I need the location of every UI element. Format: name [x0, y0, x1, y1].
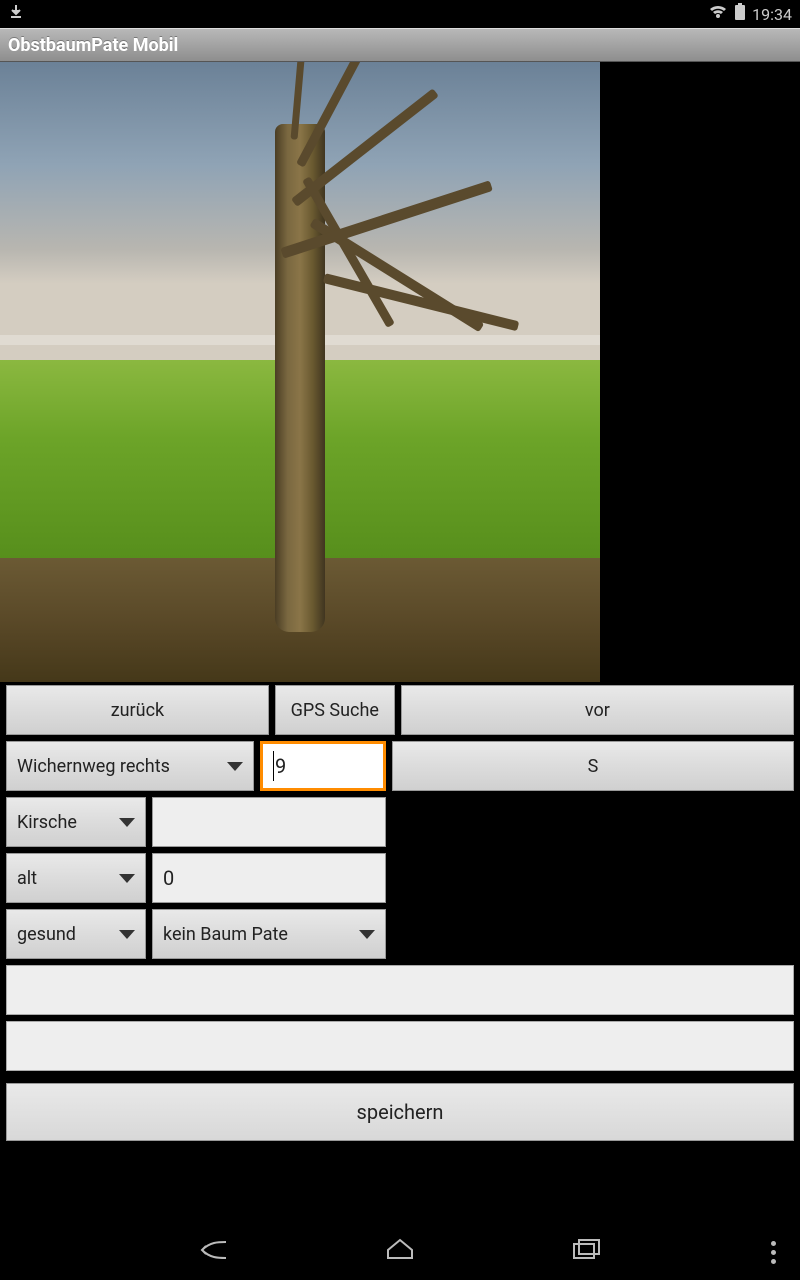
- street-select-label: Wichernweg rechts: [17, 756, 170, 777]
- fruit-extra-input[interactable]: [152, 797, 386, 847]
- chevron-down-icon: [119, 874, 135, 883]
- pate-select-label: kein Baum Pate: [163, 924, 288, 945]
- health-select-label: gesund: [17, 924, 76, 945]
- s-button[interactable]: S: [392, 741, 794, 791]
- status-bar: 19:34: [0, 0, 800, 28]
- tree-number-input[interactable]: 9: [260, 741, 386, 791]
- fruit-select[interactable]: Kirsche: [6, 797, 146, 847]
- chevron-down-icon: [227, 762, 243, 771]
- app-title: ObstbaumPate Mobil: [8, 35, 178, 56]
- nav-recent-icon[interactable]: [568, 1236, 604, 1268]
- battery-icon: [734, 3, 746, 25]
- gps-search-button[interactable]: GPS Suche: [275, 685, 395, 735]
- download-icon: [8, 4, 24, 24]
- nav-back-icon[interactable]: [196, 1236, 232, 1268]
- note-input-1[interactable]: [6, 965, 794, 1015]
- title-bar: ObstbaumPate Mobil: [0, 28, 800, 62]
- status-time: 19:34: [752, 5, 792, 24]
- chevron-down-icon: [119, 930, 135, 939]
- nav-home-icon[interactable]: [382, 1236, 418, 1268]
- wifi-icon: [708, 4, 728, 24]
- back-button[interactable]: zurück: [6, 685, 269, 735]
- health-select[interactable]: gesund: [6, 909, 146, 959]
- chevron-down-icon: [119, 818, 135, 827]
- tree-photo: [0, 62, 600, 682]
- street-select[interactable]: Wichernweg rechts: [6, 741, 254, 791]
- age-select[interactable]: alt: [6, 853, 146, 903]
- pate-select[interactable]: kein Baum Pate: [152, 909, 386, 959]
- nav-menu-icon[interactable]: [771, 1241, 776, 1264]
- age-value-input[interactable]: 0: [152, 853, 386, 903]
- note-input-2[interactable]: [6, 1021, 794, 1071]
- save-button[interactable]: speichern: [6, 1083, 794, 1141]
- chevron-down-icon: [359, 930, 375, 939]
- system-navbar: [0, 1224, 800, 1280]
- age-select-label: alt: [17, 868, 37, 889]
- fruit-select-label: Kirsche: [17, 812, 77, 833]
- forward-button[interactable]: vor: [401, 685, 794, 735]
